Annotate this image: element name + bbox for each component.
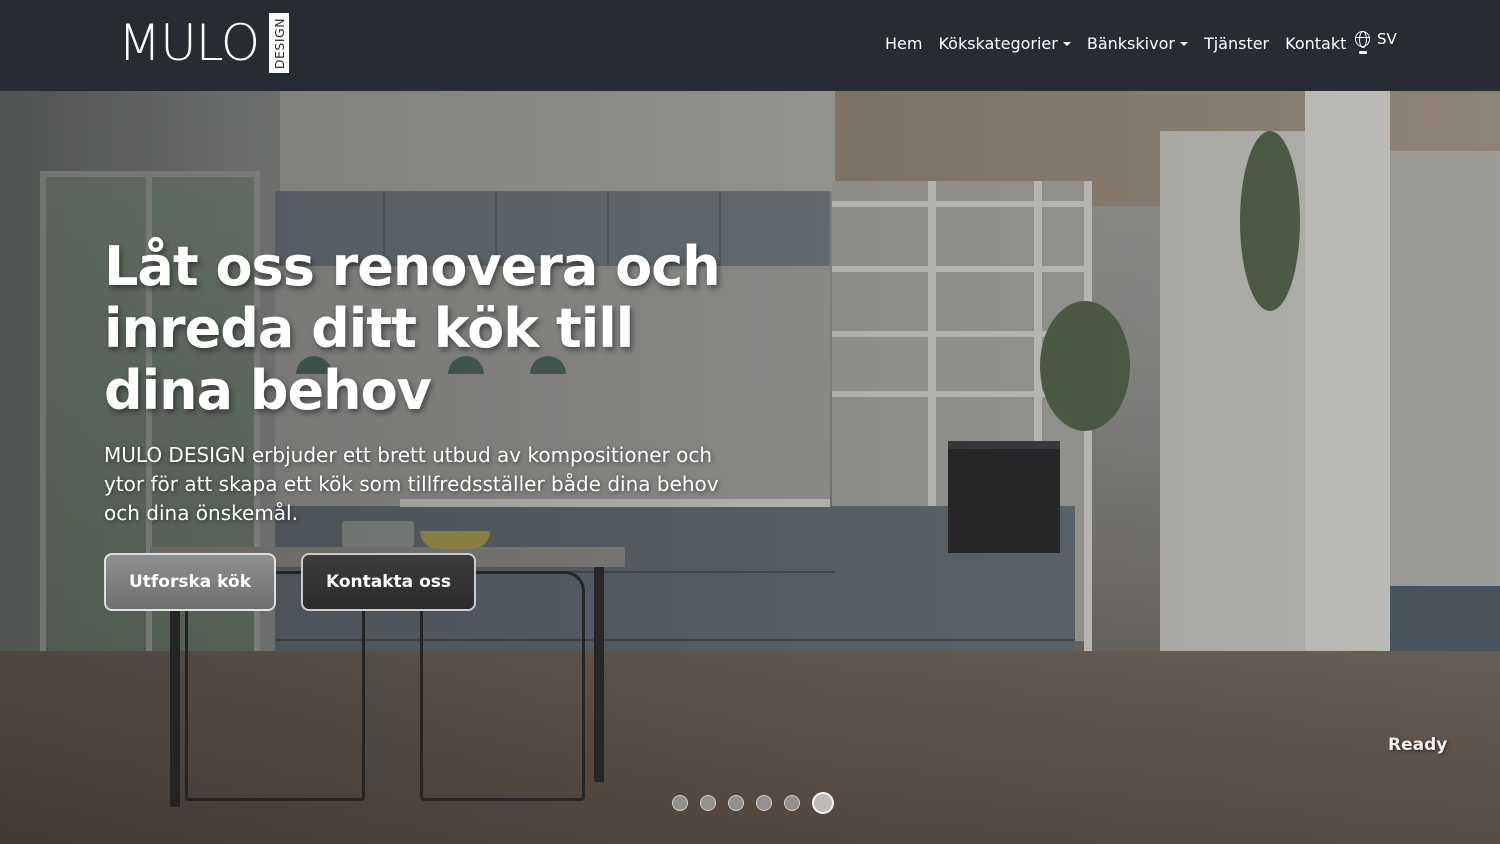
carousel-dot[interactable] — [756, 795, 772, 811]
language-selector[interactable]: SV — [1355, 30, 1397, 54]
nav-item-kokskategorier[interactable]: Kökskategorier — [938, 33, 1071, 53]
carousel-dot[interactable] — [700, 795, 716, 811]
carousel-indicators — [672, 792, 846, 814]
carousel-dot[interactable] — [672, 795, 688, 811]
contact-us-button[interactable]: Kontakta oss — [301, 553, 476, 611]
hero-subtitle: MULO DESIGN erbjuder ett brett utbud av … — [104, 443, 719, 525]
nav-item-hem[interactable]: Hem — [885, 34, 922, 53]
nav-item-label: Kontakt — [1285, 33, 1347, 53]
language-indicator — [1359, 51, 1367, 54]
explore-kitchens-button[interactable]: Utforska kök — [104, 553, 276, 611]
carousel-dot[interactable] — [728, 795, 744, 811]
globe-icon — [1355, 31, 1370, 48]
image-caption: Ready — [1388, 735, 1448, 755]
nav-item-label: Hem — [885, 33, 923, 53]
main-nav: Hem Kökskategorier Bänkskivor Tjänster K… — [869, 0, 1346, 86]
caret-down-icon — [1179, 42, 1188, 46]
brand-logo[interactable]: MULO DESIGN — [118, 13, 290, 73]
brand-tag-box: DESIGN — [269, 13, 290, 73]
navbar: MULO DESIGN Hem Kökskategorier Bänkskivo… — [0, 0, 1500, 91]
hero-title: Låt oss renovera och inreda ditt kök til… — [104, 235, 721, 422]
nav-item-bankskivor[interactable]: Bänkskivor — [1087, 34, 1188, 53]
nav-item-label: Bänkskivor — [1086, 33, 1175, 53]
hero-carousel: Låt oss renovera och inreda ditt kök til… — [0, 91, 1500, 844]
brand-name: MULO — [118, 14, 260, 72]
language-label: SV — [1377, 30, 1397, 48]
nav-item-label: Kökskategorier — [938, 33, 1058, 53]
nav-item-label: Tjänster — [1203, 33, 1270, 53]
carousel-dot[interactable] — [784, 795, 800, 811]
brand-tag: DESIGN — [271, 17, 287, 69]
caret-down-icon — [1062, 42, 1071, 46]
nav-item-kontakt[interactable]: Kontakt — [1285, 34, 1346, 53]
nav-item-tjanster[interactable]: Tjänster — [1204, 34, 1269, 53]
carousel-dot-active[interactable] — [812, 792, 834, 814]
